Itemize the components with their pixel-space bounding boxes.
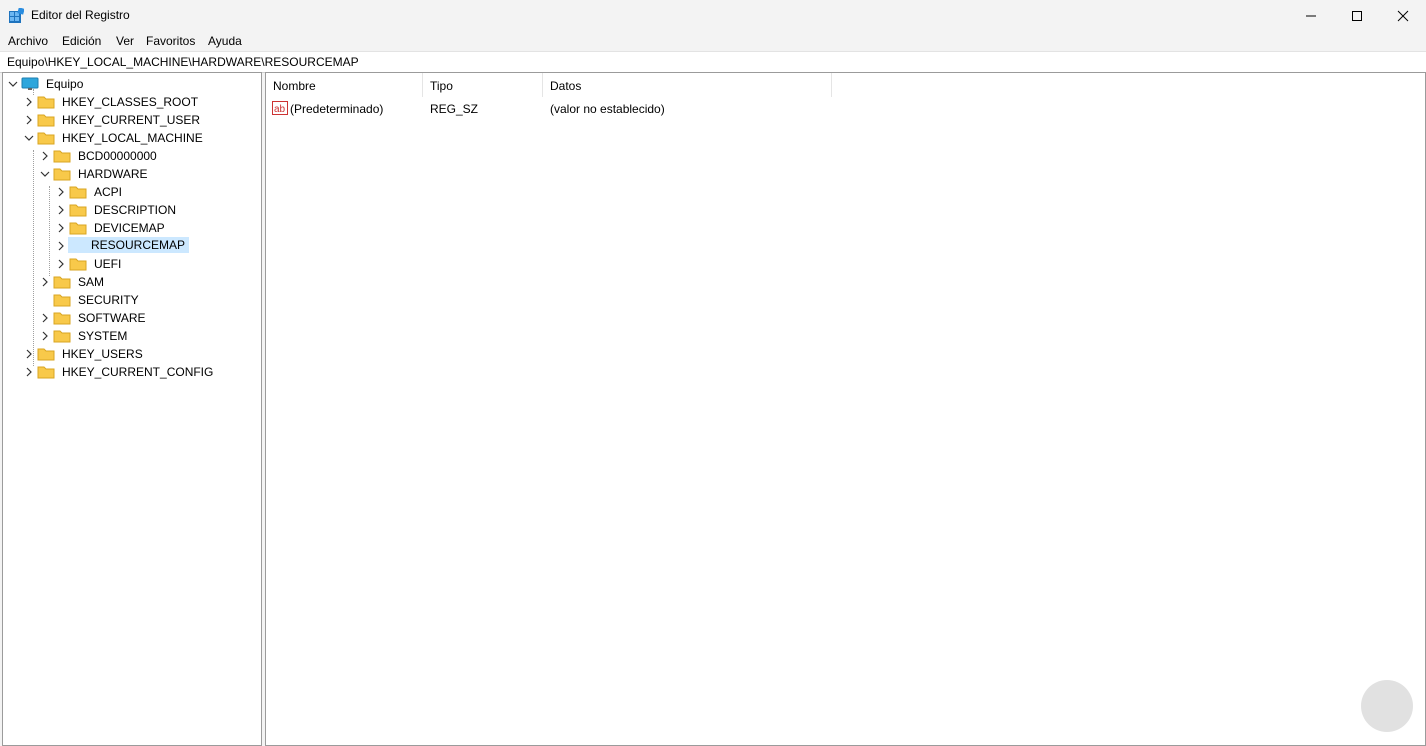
folder-icon [37,96,55,109]
chevron-right-icon[interactable] [55,258,67,270]
menu-ver[interactable]: Ver [116,34,134,48]
folder-icon [69,222,87,235]
watermark-logo [1361,680,1413,732]
chevron-right-icon[interactable] [39,150,51,162]
folder-icon [69,186,87,199]
tree-label: Equipo [46,77,84,91]
value-type: REG_SZ [430,102,479,116]
chevron-right-icon[interactable] [23,348,35,360]
menu-edicion[interactable]: Edición [62,34,101,48]
tree-label: HKEY_CURRENT_USER [62,113,201,127]
folder-icon [53,150,71,163]
folder-open-icon [53,168,71,181]
column-header-label: Tipo [430,79,453,93]
folder-icon [53,294,71,307]
values-pane[interactable]: Nombre Tipo Datos ab (Predeterminado) RE… [265,72,1426,746]
title-bar: Editor del Registro [0,0,1426,31]
svg-text:ab: ab [274,104,286,115]
tree-label: HKEY_CLASSES_ROOT [62,95,199,109]
chevron-right-icon[interactable] [39,330,51,342]
value-name: (Predeterminado) [290,102,384,116]
folder-icon [69,258,87,271]
tree-label: SAM [78,275,105,289]
chevron-down-icon[interactable] [39,168,51,180]
chevron-right-icon[interactable] [23,114,35,126]
folder-icon [37,366,55,379]
column-header-tipo[interactable]: Tipo [423,73,543,97]
tree-label: DESCRIPTION [94,203,177,217]
chevron-right-icon[interactable] [39,312,51,324]
address-bar[interactable]: Equipo\HKEY_LOCAL_MACHINE\HARDWARE\RESOU… [0,51,1426,73]
tree-label: SYSTEM [78,329,128,343]
tree-connector [49,186,50,276]
window-title: Editor del Registro [31,8,130,22]
address-path[interactable]: Equipo\HKEY_LOCAL_MACHINE\HARDWARE\RESOU… [7,55,359,69]
regedit-icon [9,8,24,23]
folder-icon [69,204,87,217]
chevron-right-icon[interactable] [23,96,35,108]
folder-icon [37,114,55,127]
minimize-button[interactable] [1288,0,1334,31]
tree-label: SECURITY [78,293,139,307]
folder-icon [53,276,71,289]
column-header-label: Nombre [273,79,316,93]
tree-label: RESOURCEMAP [68,237,190,253]
chevron-right-icon[interactable] [55,186,67,198]
chevron-right-icon[interactable] [55,240,67,252]
menu-ayuda[interactable]: Ayuda [208,34,242,48]
tree-label: HKEY_LOCAL_MACHINE [62,131,203,145]
folder-icon [53,330,71,343]
string-value-icon: ab [272,101,288,115]
close-icon [1397,10,1409,22]
minimize-icon [1306,15,1316,17]
chevron-right-icon[interactable] [39,276,51,288]
computer-icon [21,77,39,90]
tree-label: SOFTWARE [78,311,146,325]
tree-label: DEVICEMAP [94,221,165,235]
maximize-button[interactable] [1334,0,1380,31]
close-button[interactable] [1380,0,1426,31]
menu-archivo[interactable]: Archivo [8,34,48,48]
tree-label: HARDWARE [78,167,148,181]
tree-label: BCD00000000 [78,149,157,163]
tree-label: UEFI [94,257,122,271]
column-header-nombre[interactable]: Nombre [266,73,423,97]
menu-bar: Archivo Edición Ver Favoritos Ayuda [0,31,1426,51]
tree-label: HKEY_CURRENT_CONFIG [62,365,214,379]
value-row[interactable]: ab (Predeterminado) REG_SZ (valor no est… [266,98,1425,118]
tree-connector [33,150,34,366]
column-header-label: Datos [550,79,582,93]
folder-icon [37,348,55,361]
maximize-icon [1352,11,1362,21]
tree-label: HKEY_USERS [62,347,143,361]
tree-label: ACPI [94,185,123,199]
folder-icon [53,312,71,325]
folder-open-icon [37,132,55,145]
column-header-datos[interactable]: Datos [543,73,832,97]
chevron-right-icon[interactable] [55,222,67,234]
chevron-down-icon[interactable] [23,132,35,144]
value-data: (valor no establecido) [550,102,665,116]
tree-pane[interactable]: Equipo HKEY_CLASSES_ROOT HKEY_CURRENT_US… [2,72,262,746]
chevron-down-icon[interactable] [7,78,19,90]
chevron-right-icon[interactable] [23,366,35,378]
chevron-right-icon[interactable] [55,204,67,216]
menu-favoritos[interactable]: Favoritos [146,34,195,48]
